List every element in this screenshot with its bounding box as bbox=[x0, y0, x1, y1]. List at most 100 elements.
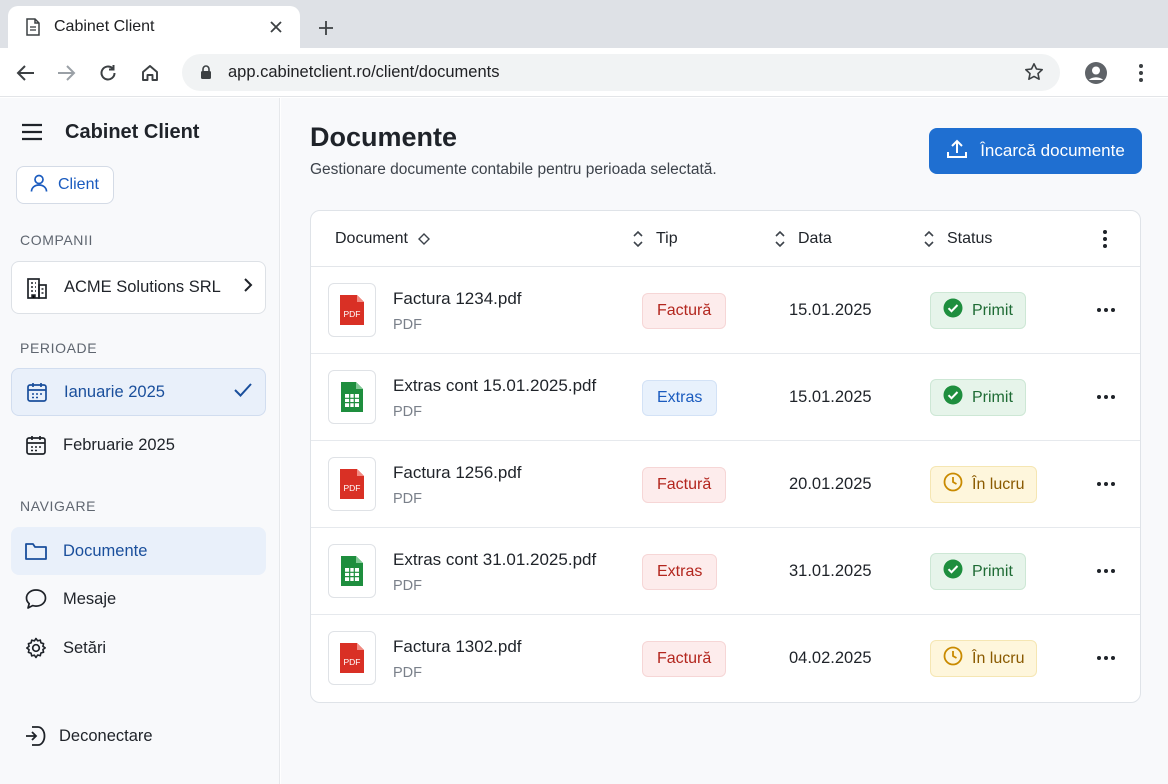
back-icon[interactable] bbox=[11, 58, 41, 88]
table-row[interactable]: PDF Factura 1302.pdf PDF Factură 04.02.2… bbox=[311, 615, 1140, 702]
period-item-februarie-2025[interactable]: Februarie 2025 bbox=[11, 421, 266, 469]
spreadsheet-icon bbox=[328, 544, 376, 598]
logout-label: Deconectare bbox=[59, 726, 153, 745]
document-date: 20.01.2025 bbox=[789, 475, 872, 493]
row-actions-icon[interactable] bbox=[1093, 298, 1119, 322]
chat-icon bbox=[23, 586, 49, 612]
gear-icon bbox=[23, 635, 49, 661]
status-label: Primit bbox=[972, 388, 1013, 406]
type-badge: Factură bbox=[642, 467, 727, 503]
building-icon bbox=[24, 275, 50, 301]
status-badge: Primit bbox=[930, 379, 1026, 416]
document-date: 04.02.2025 bbox=[789, 649, 872, 667]
table-row[interactable]: PDF Factura 1256.pdf PDF Factură 20.01.2… bbox=[311, 441, 1140, 528]
calendar-icon bbox=[23, 432, 49, 458]
document-filetype: PDF bbox=[393, 578, 422, 594]
upload-button-label: Încarcă documente bbox=[980, 141, 1125, 160]
status-label: În lucru bbox=[972, 649, 1025, 667]
bookmark-star-icon[interactable] bbox=[1022, 60, 1046, 84]
browser-tab[interactable]: Cabinet Client bbox=[8, 6, 300, 48]
type-badge: Extras bbox=[642, 554, 718, 590]
brand: Cabinet Client bbox=[20, 120, 199, 144]
client-chip-label: Client bbox=[58, 176, 99, 193]
column-label: Status bbox=[947, 230, 993, 247]
sidebar-item-label: Mesaje bbox=[63, 589, 117, 608]
status-badge: Primit bbox=[930, 292, 1026, 329]
lock-icon bbox=[200, 65, 214, 81]
period-label: Februarie 2025 bbox=[63, 435, 175, 454]
period-item-ianuarie-2025[interactable]: Ianuarie 2025 bbox=[11, 368, 266, 416]
column-header-tip[interactable]: Tip bbox=[630, 211, 678, 267]
document-filetype: PDF bbox=[393, 491, 422, 507]
tab-strip: Cabinet Client bbox=[0, 0, 1168, 48]
brand-name: Cabinet Client bbox=[65, 120, 200, 143]
row-actions-icon[interactable] bbox=[1093, 646, 1119, 670]
row-actions-icon[interactable] bbox=[1093, 472, 1119, 496]
close-icon[interactable] bbox=[264, 15, 288, 39]
row-actions-icon[interactable] bbox=[1093, 559, 1119, 583]
pdf-icon: PDF bbox=[328, 283, 376, 337]
column-label: Document bbox=[335, 230, 408, 247]
column-header-document[interactable]: Document bbox=[335, 211, 432, 267]
company-name: ACME Solutions SRL bbox=[64, 278, 221, 296]
new-tab-button[interactable] bbox=[312, 14, 340, 42]
column-header-data[interactable]: Data bbox=[772, 211, 832, 267]
table-row[interactable]: PDF Factura 1234.pdf PDF Factură 15.01.2… bbox=[311, 267, 1140, 354]
table-row[interactable]: Extras cont 31.01.2025.pdf PDF Extras 31… bbox=[311, 528, 1140, 615]
calendar-icon bbox=[24, 379, 50, 405]
check-circle-icon bbox=[943, 298, 963, 323]
sidebar: Cabinet Client Client COMPANII ACME Solu… bbox=[0, 98, 280, 784]
clock-icon bbox=[943, 472, 963, 497]
periods-section-label: PERIOADE bbox=[20, 340, 98, 356]
status-badge: În lucru bbox=[930, 640, 1038, 677]
clock-icon bbox=[943, 646, 963, 671]
document-name[interactable]: Extras cont 15.01.2025.pdf bbox=[393, 376, 596, 396]
row-actions-icon[interactable] bbox=[1093, 385, 1119, 409]
type-badge: Factură bbox=[642, 641, 727, 677]
sidebar-item-documente[interactable]: Documente bbox=[11, 527, 266, 575]
chevron-right-icon bbox=[243, 277, 253, 298]
browser-toolbar: app.cabinetclient.ro/client/documents bbox=[0, 48, 1168, 97]
document-name[interactable]: Factura 1302.pdf bbox=[393, 637, 522, 657]
svg-text:PDF: PDF bbox=[344, 483, 361, 493]
browser-menu-icon[interactable] bbox=[1126, 58, 1156, 88]
spreadsheet-icon bbox=[328, 370, 376, 424]
document-name[interactable]: Factura 1256.pdf bbox=[393, 463, 522, 483]
status-badge: Primit bbox=[930, 553, 1026, 590]
table-row[interactable]: Extras cont 15.01.2025.pdf PDF Extras 15… bbox=[311, 354, 1140, 441]
document-filetype: PDF bbox=[393, 317, 422, 333]
hamburger-menu-icon[interactable] bbox=[20, 120, 44, 144]
company-selector[interactable]: ACME Solutions SRL bbox=[11, 261, 266, 314]
check-icon bbox=[233, 382, 253, 403]
address-bar[interactable]: app.cabinetclient.ro/client/documents bbox=[182, 54, 1060, 91]
sort-icon bbox=[921, 230, 937, 248]
column-header-status[interactable]: Status bbox=[921, 211, 992, 267]
document-name[interactable]: Factura 1234.pdf bbox=[393, 289, 522, 309]
document-date: 15.01.2025 bbox=[789, 388, 872, 406]
column-label: Tip bbox=[656, 230, 678, 247]
check-circle-icon bbox=[943, 559, 963, 584]
home-icon[interactable] bbox=[135, 58, 165, 88]
client-role-chip[interactable]: Client bbox=[16, 166, 114, 204]
sidebar-item-setari[interactable]: Setări bbox=[11, 624, 266, 672]
upload-documents-button[interactable]: Încarcă documente bbox=[929, 128, 1142, 174]
table-header: Document Tip Data Status bbox=[311, 211, 1140, 267]
status-label: În lucru bbox=[972, 475, 1025, 493]
document-name[interactable]: Extras cont 31.01.2025.pdf bbox=[393, 550, 596, 570]
table-options-icon[interactable] bbox=[1093, 227, 1117, 251]
sidebar-item-mesaje[interactable]: Mesaje bbox=[11, 575, 266, 623]
sort-diamond-icon bbox=[416, 230, 432, 248]
pdf-icon: PDF bbox=[328, 457, 376, 511]
upload-icon bbox=[946, 138, 968, 165]
type-badge: Factură bbox=[642, 293, 727, 329]
logout-button[interactable]: Deconectare bbox=[10, 712, 265, 760]
forward-icon[interactable] bbox=[51, 58, 81, 88]
documents-table: Document Tip Data Status PDF Factura 123… bbox=[310, 210, 1141, 703]
document-date: 15.01.2025 bbox=[789, 301, 872, 319]
user-icon bbox=[29, 173, 49, 198]
check-circle-icon bbox=[943, 385, 963, 410]
navigation-section-label: NAVIGARE bbox=[20, 498, 97, 514]
profile-avatar-icon[interactable] bbox=[1081, 58, 1111, 88]
reload-icon[interactable] bbox=[93, 58, 123, 88]
document-filetype: PDF bbox=[393, 665, 422, 681]
